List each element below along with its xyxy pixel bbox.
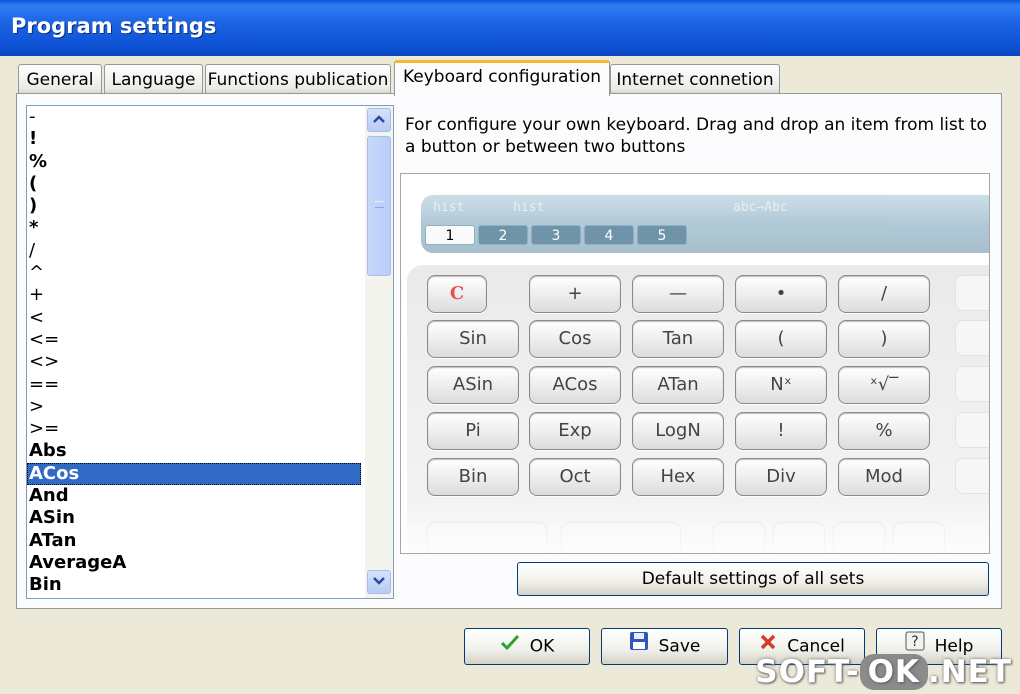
ok-label: OK: [529, 636, 555, 657]
list-item[interactable]: And: [27, 485, 367, 507]
fade-overlay: [401, 504, 989, 553]
list-item[interactable]: ==: [27, 374, 367, 396]
list-item[interactable]: Bin: [27, 574, 367, 596]
set-tab-3[interactable]: 3: [531, 225, 581, 245]
key-exp[interactable]: Exp: [529, 412, 621, 450]
key-percent[interactable]: %: [838, 412, 930, 450]
list-item[interactable]: %: [27, 151, 367, 173]
key-div[interactable]: Div: [735, 458, 827, 496]
list-scrollbar[interactable]: [365, 106, 393, 598]
case-toggle-label: abc→Abc: [733, 200, 788, 215]
svg-text:?: ?: [911, 634, 918, 650]
watermark-suffix: .NET: [927, 654, 1012, 690]
scroll-thumb[interactable]: [367, 136, 391, 276]
list-item[interactable]: ATan: [27, 530, 367, 552]
function-list-items: - ! % ( ) * / ^ + < <= <> == > >= Abs AC…: [27, 106, 367, 597]
keyboard-preview[interactable]: hist hist abc→Abc 1 2 3 4 5 C + — • / Si…: [400, 173, 990, 554]
watermark-prefix: SOFT-: [755, 654, 860, 690]
tab-internet-connection[interactable]: Internet connetion: [610, 64, 780, 94]
list-item[interactable]: -: [27, 106, 367, 128]
key-mod[interactable]: Mod: [838, 458, 930, 496]
key-factorial[interactable]: !: [735, 412, 827, 450]
instructions-text: For configure your own keyboard. Drag an…: [405, 115, 987, 157]
save-label: Save: [658, 636, 701, 657]
key-hex[interactable]: Hex: [632, 458, 724, 496]
partial-key: [955, 458, 989, 494]
chevron-down-icon: [373, 577, 385, 585]
key-oct[interactable]: Oct: [529, 458, 621, 496]
hist-label: hist: [433, 200, 465, 215]
key-clear[interactable]: C: [427, 275, 487, 313]
key-bin[interactable]: Bin: [427, 458, 519, 496]
tab-language[interactable]: Language: [104, 64, 203, 94]
list-item[interactable]: >: [27, 396, 367, 418]
scroll-up-button[interactable]: [367, 108, 391, 132]
key-plus[interactable]: +: [529, 275, 621, 313]
ok-button[interactable]: OK: [464, 628, 590, 665]
key-divide[interactable]: /: [838, 275, 930, 313]
scroll-grip-icon: [375, 201, 384, 208]
key-tan[interactable]: Tan: [632, 320, 724, 358]
key-cos[interactable]: Cos: [529, 320, 621, 358]
key-power[interactable]: Nˣ: [735, 366, 827, 404]
tab-general[interactable]: General: [18, 64, 102, 94]
watermark-ok: OK: [859, 654, 928, 690]
set-tab-2[interactable]: 2: [478, 225, 528, 245]
key-multiply[interactable]: •: [735, 275, 827, 313]
key-acos[interactable]: ACos: [529, 366, 621, 404]
partial-key: [955, 412, 989, 448]
list-item[interactable]: +: [27, 284, 367, 306]
list-item[interactable]: <>: [27, 351, 367, 373]
partial-key: [955, 366, 989, 402]
save-button[interactable]: Save: [601, 628, 728, 665]
key-root[interactable]: ˣ√‾: [838, 366, 930, 404]
list-item[interactable]: AverageA: [27, 552, 367, 574]
hist-plus-label: hist: [513, 200, 545, 215]
key-asin[interactable]: ASin: [427, 366, 519, 404]
check-icon: [500, 629, 520, 664]
chevron-up-icon: [373, 115, 385, 123]
partial-key: [955, 320, 989, 356]
window-title: Program settings: [0, 0, 1020, 56]
tab-keyboard-configuration[interactable]: Keyboard configuration: [394, 60, 610, 96]
list-item-selected[interactable]: ACos: [27, 462, 361, 486]
list-item[interactable]: Abs: [27, 440, 367, 462]
default-settings-button[interactable]: Default settings of all sets: [517, 562, 989, 596]
watermark: SOFT- OK .NET: [755, 654, 1012, 690]
key-logn[interactable]: LogN: [632, 412, 724, 450]
list-item[interactable]: /: [27, 240, 367, 262]
partial-key: [955, 275, 989, 311]
key-pi[interactable]: Pi: [427, 412, 519, 450]
function-listbox[interactable]: - ! % ( ) * / ^ + < <= <> == > >= Abs AC…: [26, 105, 394, 599]
floppy-disk-icon: [629, 629, 649, 664]
set-tab-5[interactable]: 5: [637, 225, 687, 245]
key-close-paren[interactable]: ): [838, 320, 930, 358]
list-item[interactable]: ^: [27, 262, 367, 284]
key-minus[interactable]: —: [632, 275, 724, 313]
list-item[interactable]: (: [27, 173, 367, 195]
list-item[interactable]: <=: [27, 329, 367, 351]
key-open-paren[interactable]: (: [735, 320, 827, 358]
key-atan[interactable]: ATan: [632, 366, 724, 404]
list-item[interactable]: <: [27, 307, 367, 329]
key-sin[interactable]: Sin: [427, 320, 519, 358]
list-item[interactable]: ): [27, 195, 367, 217]
set-tab-1[interactable]: 1: [425, 225, 475, 245]
list-item[interactable]: *: [27, 217, 367, 239]
tab-functions-publication[interactable]: Functions publication: [205, 64, 391, 94]
list-item[interactable]: >=: [27, 418, 367, 440]
list-item[interactable]: ASin: [27, 507, 367, 529]
list-item[interactable]: !: [27, 128, 367, 150]
scroll-down-button[interactable]: [367, 570, 391, 594]
set-tab-4[interactable]: 4: [584, 225, 634, 245]
